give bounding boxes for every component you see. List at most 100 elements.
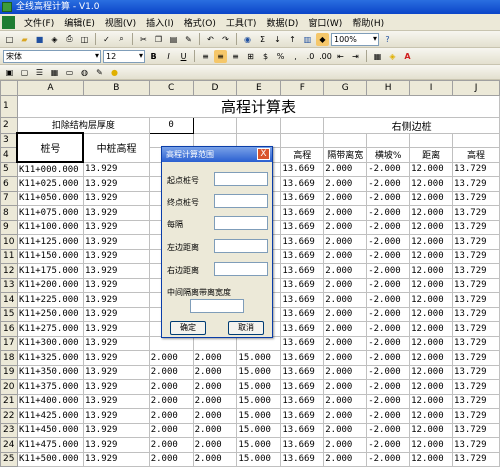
cell-i[interactable]: 12.000 bbox=[409, 190, 454, 206]
redo-icon[interactable]: ↷ bbox=[219, 33, 232, 46]
cell-b[interactable]: 13.929 bbox=[82, 350, 150, 366]
cell[interactable] bbox=[236, 116, 282, 134]
cell-d[interactable]: 2.000 bbox=[192, 437, 238, 453]
cell-b[interactable]: 13.929 bbox=[82, 190, 150, 206]
cell-g[interactable]: 2.000 bbox=[323, 219, 368, 235]
spelling-icon[interactable]: ✓ bbox=[100, 33, 113, 46]
cell-j[interactable]: 13.729 bbox=[452, 306, 500, 322]
cell-a[interactable]: K11+225.000 bbox=[16, 292, 84, 308]
cell-i[interactable]: 12.000 bbox=[409, 248, 454, 264]
cell-g[interactable]: 2.000 bbox=[323, 321, 368, 337]
row-header[interactable]: 14 bbox=[0, 292, 18, 308]
median-width-header[interactable]: 隔带离宽 bbox=[323, 147, 368, 163]
menu-help[interactable]: 帮助(H) bbox=[347, 16, 389, 29]
cut-icon[interactable]: ✂ bbox=[137, 33, 150, 46]
cell-d[interactable]: 2.000 bbox=[192, 408, 238, 424]
median-width-input[interactable] bbox=[190, 299, 244, 313]
cell-e[interactable]: 15.000 bbox=[236, 451, 282, 467]
cell-c[interactable]: 2.000 bbox=[148, 408, 194, 424]
menu-insert[interactable]: 插入(I) bbox=[141, 16, 179, 29]
left-distance-input[interactable] bbox=[214, 239, 268, 253]
cell[interactable] bbox=[409, 132, 454, 148]
cell-f[interactable]: 13.669 bbox=[280, 205, 325, 221]
align-left-icon[interactable]: ≡ bbox=[199, 50, 212, 63]
cell-i[interactable]: 12.000 bbox=[409, 408, 454, 424]
column-header[interactable]: B bbox=[82, 80, 150, 96]
column-header[interactable]: C bbox=[148, 80, 194, 96]
cell-i[interactable]: 12.000 bbox=[409, 219, 454, 235]
new-icon[interactable]: □ bbox=[3, 33, 16, 46]
cell-g[interactable]: 2.000 bbox=[323, 190, 368, 206]
form-button-icon[interactable]: ▢ bbox=[18, 66, 31, 79]
font-size-select[interactable]: 12 bbox=[103, 49, 145, 63]
station-header[interactable]: 桩号 bbox=[16, 132, 85, 163]
menu-edit[interactable]: 编辑(E) bbox=[59, 16, 100, 29]
cell-b[interactable]: 13.929 bbox=[82, 219, 150, 235]
cell-g[interactable]: 2.000 bbox=[323, 306, 368, 322]
row-header[interactable]: 2 bbox=[0, 116, 18, 134]
cell-h[interactable]: -2.000 bbox=[366, 161, 411, 177]
cell-h[interactable]: -2.000 bbox=[366, 292, 411, 308]
cell-h[interactable]: -2.000 bbox=[366, 306, 411, 322]
currency-icon[interactable]: $ bbox=[259, 50, 272, 63]
row-header[interactable]: 6 bbox=[0, 176, 18, 192]
cell-e[interactable]: 15.000 bbox=[236, 364, 282, 380]
cell-j[interactable]: 13.729 bbox=[452, 263, 500, 279]
cell-f[interactable]: 13.669 bbox=[280, 277, 325, 293]
cell-f[interactable]: 13.669 bbox=[280, 422, 325, 438]
row-header[interactable]: 12 bbox=[0, 263, 18, 279]
column-header[interactable]: D bbox=[192, 80, 238, 96]
row-header[interactable]: 8 bbox=[0, 205, 18, 221]
select-all-corner[interactable] bbox=[0, 80, 18, 96]
cell-f[interactable]: 13.669 bbox=[280, 350, 325, 366]
cell-a[interactable]: K11+250.000 bbox=[16, 306, 84, 322]
cell-a[interactable]: K11+000.000 bbox=[16, 161, 84, 177]
cell-j[interactable]: 13.729 bbox=[452, 437, 500, 453]
cell-a[interactable]: K11+100.000 bbox=[16, 219, 84, 235]
cell-a[interactable]: K11+375.000 bbox=[16, 379, 84, 395]
increase-decimal-icon[interactable]: .0 bbox=[304, 50, 317, 63]
cell-f[interactable]: 13.669 bbox=[280, 248, 325, 264]
cell-c[interactable]: 2.000 bbox=[148, 437, 194, 453]
right-distance-input[interactable] bbox=[214, 262, 268, 276]
row-header[interactable]: 22 bbox=[0, 408, 18, 424]
font-color-icon[interactable]: A bbox=[401, 50, 414, 63]
cell-i[interactable]: 12.000 bbox=[409, 393, 454, 409]
cell-h[interactable]: -2.000 bbox=[366, 437, 411, 453]
cell-j[interactable]: 13.729 bbox=[452, 205, 500, 221]
row-header[interactable]: 5 bbox=[0, 161, 18, 177]
row-header[interactable]: 20 bbox=[0, 379, 18, 395]
cell-f[interactable]: 13.669 bbox=[280, 437, 325, 453]
cell-g[interactable]: 2.000 bbox=[323, 161, 368, 177]
bold-icon[interactable]: B bbox=[147, 50, 160, 63]
cell-f[interactable]: 13.669 bbox=[280, 263, 325, 279]
cell-a[interactable]: K11+050.000 bbox=[16, 190, 84, 206]
elevation-header[interactable]: 高程 bbox=[280, 147, 325, 163]
cell-h[interactable]: -2.000 bbox=[366, 277, 411, 293]
cancel-button[interactable]: 取消 bbox=[228, 321, 264, 335]
form-list-icon[interactable]: ☰ bbox=[33, 66, 46, 79]
decrease-decimal-icon[interactable]: .00 bbox=[319, 50, 332, 63]
structure-layer-value[interactable]: 0 bbox=[148, 116, 194, 134]
cell-h[interactable]: -2.000 bbox=[366, 422, 411, 438]
cell-f[interactable]: 13.669 bbox=[280, 190, 325, 206]
cell-g[interactable]: 2.000 bbox=[323, 451, 368, 467]
cell-b[interactable]: 13.929 bbox=[82, 437, 150, 453]
cell-a[interactable]: K11+425.000 bbox=[16, 408, 84, 424]
form-edit-icon[interactable]: ✎ bbox=[93, 66, 106, 79]
cell-f[interactable]: 13.669 bbox=[280, 219, 325, 235]
row-header[interactable]: 18 bbox=[0, 350, 18, 366]
cell-d[interactable]: 2.000 bbox=[192, 364, 238, 380]
cell-a[interactable]: K11+350.000 bbox=[16, 364, 84, 380]
cell-i[interactable]: 12.000 bbox=[409, 321, 454, 337]
row-header[interactable]: 23 bbox=[0, 422, 18, 438]
cell-c[interactable]: 2.000 bbox=[148, 379, 194, 395]
lightbulb-icon[interactable]: ● bbox=[108, 66, 121, 79]
cell-b[interactable]: 13.929 bbox=[82, 277, 150, 293]
paste-icon[interactable]: ▤ bbox=[167, 33, 180, 46]
cell-g[interactable]: 2.000 bbox=[323, 277, 368, 293]
cell-b[interactable]: 13.929 bbox=[82, 321, 150, 337]
row-header[interactable]: 24 bbox=[0, 437, 18, 453]
cell-f[interactable]: 13.669 bbox=[280, 234, 325, 250]
cell-b[interactable]: 13.929 bbox=[82, 176, 150, 192]
